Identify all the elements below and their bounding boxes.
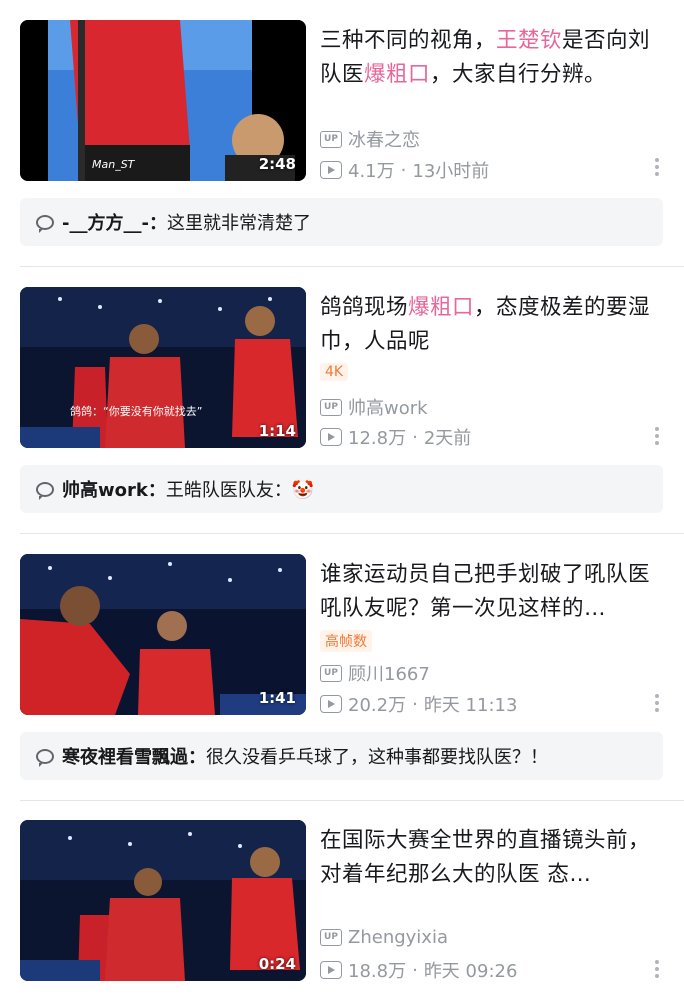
- card-divider: [20, 266, 684, 267]
- comment-text: 王皓队医队友：🤡: [165, 480, 315, 501]
- card-divider: [20, 533, 684, 534]
- title-highlight: 爆粗口: [364, 62, 431, 87]
- comment-colon: ：: [188, 747, 206, 768]
- comment-bubble-icon: [36, 748, 54, 767]
- up-icon: UP: [320, 929, 342, 946]
- separator-dot: ·: [412, 693, 418, 715]
- title-text: 在国际大赛全世界的直播镜头前，对着年纪那么大的队医 态…: [320, 828, 651, 887]
- video-duration: 0:24: [258, 955, 296, 973]
- comment-bubble-icon: [36, 214, 54, 233]
- view-count: 20.2万: [348, 695, 407, 716]
- publish-time: 2天前: [423, 428, 472, 449]
- top-comment[interactable]: -__方方__- ： 这里就非常清楚了: [20, 198, 663, 246]
- stats-row: 20.2万 · 昨天 11:13: [320, 691, 517, 717]
- comment-user: 帅高work: [62, 480, 148, 501]
- stats-row: 12.8万 · 2天前: [320, 424, 471, 450]
- video-card[interactable]: Man_ST 2:48 三种不同的视角，王楚钦是否向刘队医爆粗口，大家自行分辨。…: [0, 20, 684, 250]
- up-icon: UP: [320, 130, 342, 148]
- video-duration: 2:48: [258, 155, 296, 173]
- comment-colon: ：: [148, 213, 167, 234]
- title-highlight: 爆粗口: [408, 295, 475, 320]
- separator-dot: ·: [400, 159, 407, 181]
- video-thumbnail[interactable]: Man_ST 2:48: [20, 20, 306, 181]
- video-card[interactable]: 0:24 在国际大赛全世界的直播镜头前，对着年纪那么大的队医 态… UP Zhe…: [0, 820, 684, 990]
- title-text: 鸽鸽现场: [320, 295, 409, 320]
- title-text: 谁家运动员自己把手划破了吼队医吼队友呢？第一次见这样的…: [320, 562, 651, 621]
- thumbnail-watermark: Man_ST: [92, 158, 136, 171]
- video-thumbnail[interactable]: 0:24: [20, 820, 306, 981]
- play-count-icon: [320, 695, 342, 713]
- more-options-icon[interactable]: [654, 427, 660, 445]
- video-thumbnail[interactable]: 鸽鸽：“你要没有你就找去” 1:14: [20, 287, 306, 448]
- view-count: 4.1万: [348, 161, 395, 182]
- comment-user: -__方方__-: [62, 213, 149, 234]
- uploader-row[interactable]: UP 帅高work: [320, 394, 428, 420]
- title-text: 三种不同的视角，: [320, 28, 497, 53]
- comment-text: 这里就非常清楚了: [166, 213, 311, 234]
- publish-time: 昨天 09:26: [423, 961, 518, 982]
- publish-time: 13小时前: [412, 161, 490, 182]
- uploader-row[interactable]: UP 冰春之恋: [320, 126, 420, 152]
- video-card[interactable]: 鸽鸽：“你要没有你就找去” 1:14 鸽鸽现场爆粗口，态度极差的要湿巾，人品呢 …: [0, 287, 684, 517]
- view-count: 18.8万: [348, 961, 407, 982]
- title-text: ，大家自行分辨。: [430, 62, 607, 87]
- separator-dot: ·: [412, 426, 418, 448]
- play-count-icon: [320, 428, 342, 446]
- more-options-icon[interactable]: [654, 694, 660, 712]
- video-duration: 1:41: [258, 689, 296, 707]
- uploader-row[interactable]: UP 顾川1667: [320, 660, 430, 686]
- quality-tag: 高帧数: [320, 630, 372, 652]
- separator-dot: ·: [412, 959, 418, 981]
- quality-tag: 4K: [320, 363, 349, 381]
- uploader-name: Zhengyixia: [348, 927, 448, 948]
- video-duration: 1:14: [258, 422, 296, 440]
- video-thumbnail[interactable]: 1:41: [20, 554, 306, 715]
- thumbnail-subtitle: 鸽鸽：“你要没有你就找去”: [70, 404, 202, 418]
- play-count-icon: [320, 961, 342, 979]
- card-divider: [20, 800, 684, 801]
- video-title[interactable]: 谁家运动员自己把手划破了吼队医吼队友呢？第一次见这样的…: [320, 558, 660, 626]
- uploader-name: 冰春之恋: [348, 130, 420, 151]
- comment-bubble-icon: [36, 481, 54, 500]
- comment-colon: ：: [147, 480, 166, 501]
- video-title[interactable]: 在国际大赛全世界的直播镜头前，对着年纪那么大的队医 态…: [320, 824, 660, 892]
- video-feed: Man_ST 2:48 三种不同的视角，王楚钦是否向刘队医爆粗口，大家自行分辨。…: [0, 0, 684, 1000]
- play-count-icon: [320, 161, 342, 179]
- stats-row: 18.8万 · 昨天 09:26: [320, 957, 517, 983]
- uploader-name: 帅高work: [348, 398, 428, 419]
- top-comment[interactable]: 寒夜裡看雪飄過 ： 很久没看乒乓球了，这种事都要找队医？！: [20, 732, 663, 780]
- top-comment[interactable]: 帅高work ： 王皓队医队友：🤡: [20, 465, 663, 513]
- comment-text: 很久没看乒乓球了，这种事都要找队医？！: [206, 747, 548, 768]
- video-title[interactable]: 鸽鸽现场爆粗口，态度极差的要湿巾，人品呢: [320, 291, 660, 359]
- stats-row: 4.1万 · 13小时前: [320, 157, 489, 183]
- uploader-row[interactable]: UP Zhengyixia: [320, 927, 448, 948]
- publish-time: 昨天 11:13: [423, 695, 518, 716]
- video-title[interactable]: 三种不同的视角，王楚钦是否向刘队医爆粗口，大家自行分辨。: [320, 24, 660, 92]
- up-icon: UP: [320, 398, 342, 416]
- uploader-name: 顾川1667: [348, 664, 430, 685]
- video-card[interactable]: 1:41 谁家运动员自己把手划破了吼队医吼队友呢？第一次见这样的… 高帧数 UP…: [0, 554, 684, 784]
- view-count: 12.8万: [348, 428, 407, 449]
- more-options-icon[interactable]: [654, 158, 660, 176]
- more-options-icon[interactable]: [654, 960, 660, 978]
- comment-user: 寒夜裡看雪飄過: [62, 747, 188, 768]
- up-icon: UP: [320, 664, 342, 682]
- title-highlight: 王楚钦: [496, 28, 563, 53]
